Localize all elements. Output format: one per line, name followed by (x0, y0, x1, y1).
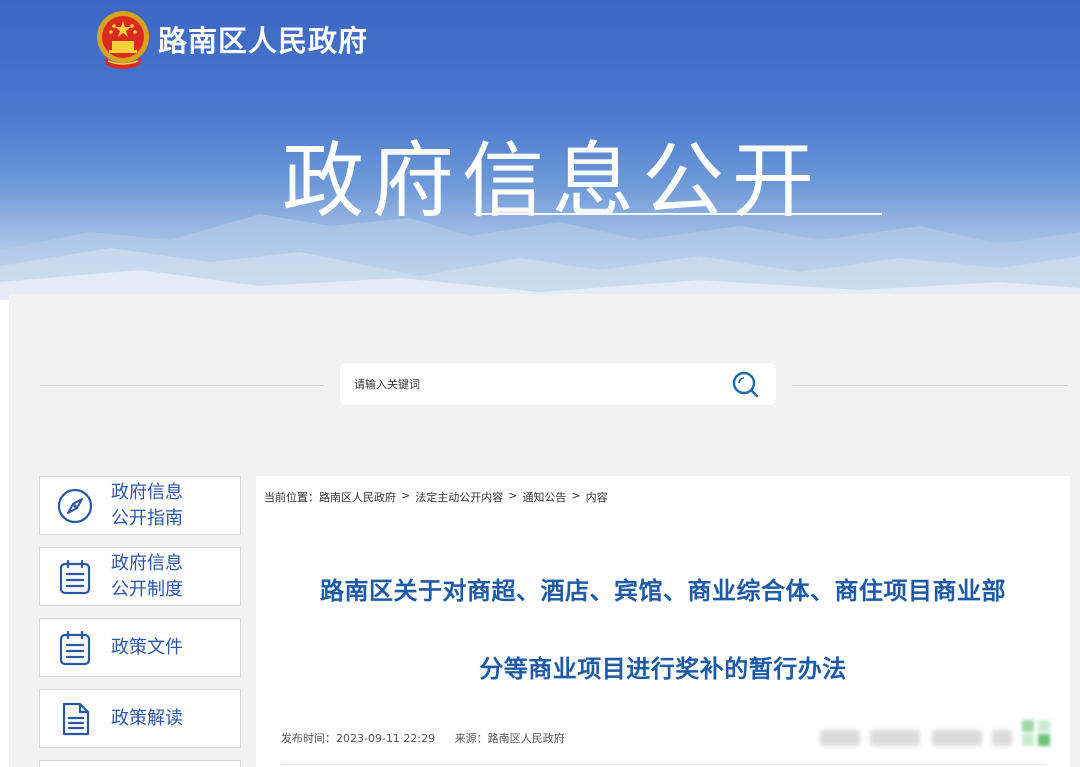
source-value: 路南区人民政府 (487, 732, 565, 745)
sidebar-item-label: 政策文件 (111, 636, 183, 658)
share-button[interactable] (870, 730, 920, 746)
search-divider-right (792, 385, 1068, 386)
sidebar-item-label: 政策解读 (111, 707, 183, 729)
share-button[interactable] (932, 730, 982, 746)
sidebar-item-disclosure-system[interactable]: 政府信息 公开制度 (39, 547, 241, 606)
list-icon (59, 559, 91, 595)
share-button[interactable] (820, 730, 860, 746)
breadcrumb-separator: > (571, 489, 581, 502)
sidebar-item-label: 政府信息 公开制度 (111, 552, 183, 600)
sidebar-item-disclosure-guide[interactable]: 政府信息 公开指南 (39, 476, 241, 535)
article-title-line: 路南区关于对商超、酒店、宾馆、商业综合体、商住项目商业部 (320, 577, 1006, 605)
publish-time: 发布时间：2023-09-11 22:29 (281, 732, 435, 745)
breadcrumb-separator: > (401, 489, 411, 502)
search-bar (340, 363, 776, 405)
breadcrumb-item[interactable]: 通知公告 (522, 489, 566, 505)
search-divider-left (40, 385, 324, 386)
share-button[interactable] (992, 730, 1012, 746)
search-input[interactable] (354, 371, 714, 397)
breadcrumb-item[interactable]: 路南区人民政府 (319, 489, 396, 505)
hero-title: 政府信息公开 (282, 134, 823, 229)
sidebar-item-partial[interactable] (39, 760, 241, 767)
breadcrumb-separator: > (508, 489, 518, 502)
header-banner: 路南区人民政府 政府信息公开 (0, 0, 1080, 300)
wechat-share-icon[interactable] (1020, 718, 1052, 748)
breadcrumb-item[interactable]: 法定主动公开内容 (415, 489, 503, 505)
source: 来源：路南区人民政府 (455, 732, 565, 745)
article-title: 路南区关于对商超、酒店、宾馆、商业综合体、商住项目商业部 分等商业项目进行奖补的… (258, 552, 1068, 708)
search-icon (732, 371, 759, 398)
meta-divider (281, 764, 1045, 765)
national-emblem-icon (97, 11, 149, 69)
compass-icon (57, 488, 93, 524)
sidebar-item-label: 政府信息 公开指南 (111, 481, 183, 529)
breadcrumb-item[interactable]: 内容 (586, 489, 608, 505)
list-icon (59, 630, 91, 666)
document-icon (62, 702, 90, 736)
breadcrumb: 当前位置： 路南区人民政府 > 法定主动公开内容 > 通知公告 > 内容 (264, 489, 608, 505)
article-title-line: 分等商业项目进行奖补的暂行办法 (479, 655, 847, 683)
article-meta: 发布时间：2023-09-11 22:29 来源：路南区人民政府 (281, 730, 565, 746)
publish-label: 发布时间： (281, 732, 336, 745)
hero-underline (474, 213, 882, 215)
source-label: 来源： (454, 732, 488, 745)
site-name[interactable]: 路南区人民政府 (158, 18, 368, 60)
sidebar-item-policy-interpretation[interactable]: 政策解读 (39, 689, 241, 748)
publish-value: 2023-09-11 22:29 (336, 732, 436, 745)
breadcrumb-prefix: 当前位置： (264, 491, 319, 504)
sidebar-item-policy-documents[interactable]: 政策文件 (39, 618, 241, 677)
search-button[interactable] (730, 369, 762, 399)
